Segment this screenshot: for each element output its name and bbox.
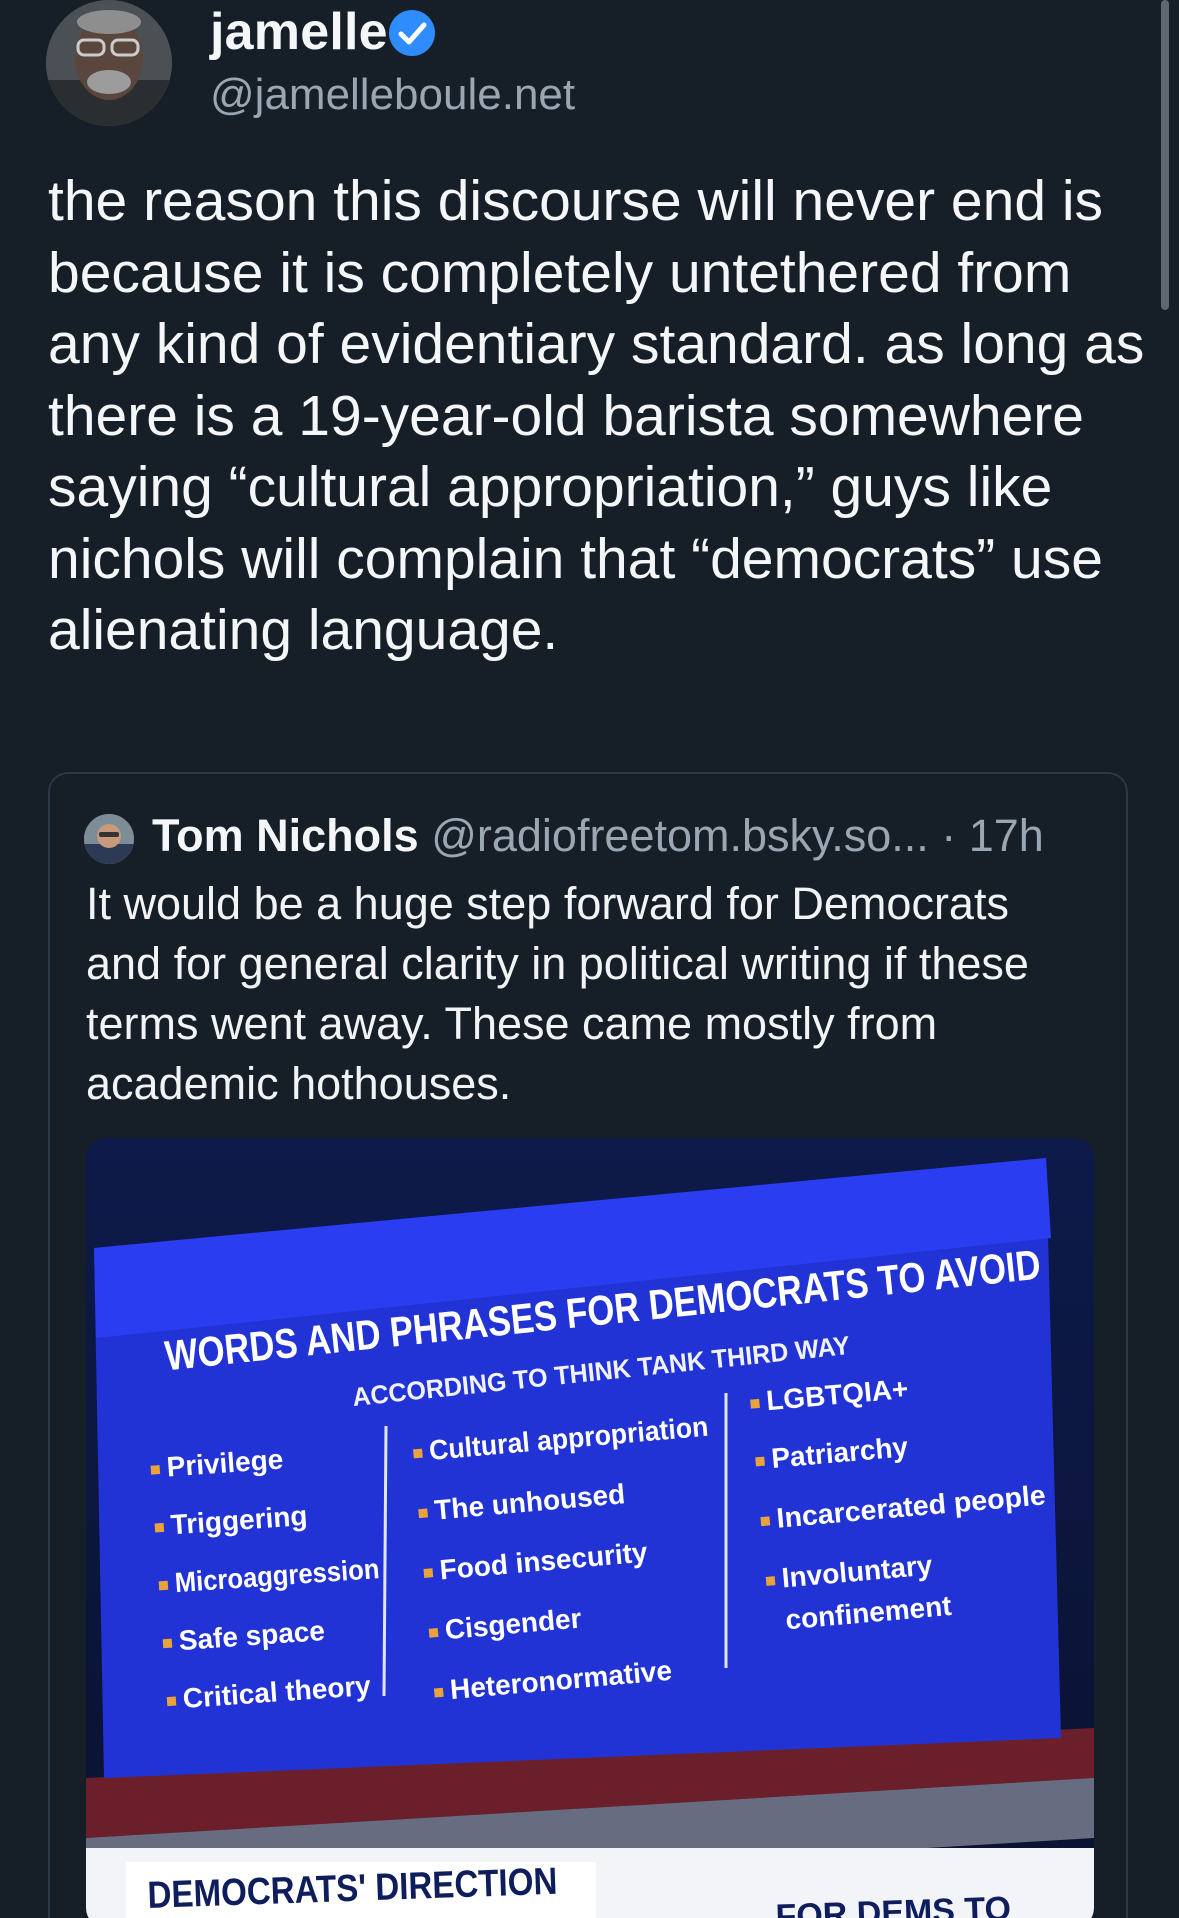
quoted-author-avatar[interactable] <box>84 814 134 864</box>
quoted-author-name[interactable]: Tom Nichols <box>152 810 419 861</box>
scrollbar-thumb[interactable] <box>1161 0 1169 310</box>
author-handle[interactable]: @jamelleboule.net <box>210 70 575 120</box>
post-view: jamelle @jamelleboule.net the reason thi… <box>0 0 1179 1918</box>
quoted-post-image[interactable]: WORDS AND PHRASES FOR DEMOCRATS TO AVOID… <box>86 1138 1094 1918</box>
verified-check-icon <box>389 10 435 56</box>
quoted-post[interactable]: Tom Nichols @radiofreetom.bsky.so... · 1… <box>48 772 1128 1918</box>
quoted-post-timestamp[interactable]: · 17h <box>941 810 1044 861</box>
quoted-author-handle[interactable]: @radiofreetom.bsky.so... <box>431 810 929 861</box>
quoted-post-text: It would be a huge step forward for Demo… <box>86 878 1029 1109</box>
quoted-post-header: Tom Nichols @radiofreetom.bsky.so... · 1… <box>152 808 1044 864</box>
post-text: the reason this discourse will never end… <box>48 169 1145 662</box>
author-avatar[interactable] <box>46 0 172 126</box>
scrollbar[interactable] <box>1161 0 1173 320</box>
author-display-name[interactable]: jamelle <box>210 2 388 62</box>
